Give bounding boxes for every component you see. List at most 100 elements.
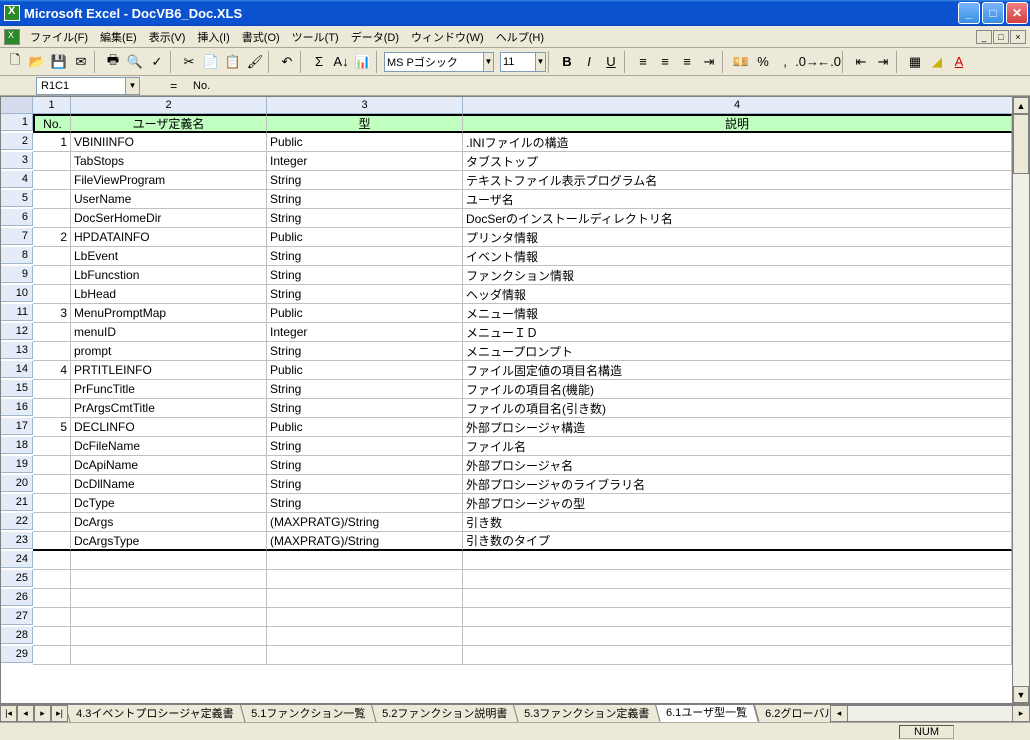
cell-type[interactable]: String [267, 399, 463, 418]
row-header[interactable]: 26 [1, 589, 33, 606]
cell-name[interactable]: UserName [71, 190, 267, 209]
row-header[interactable]: 15 [1, 380, 33, 397]
autosum-button[interactable]: Σ [308, 51, 330, 73]
close-button[interactable]: ✕ [1006, 2, 1028, 24]
cell-desc[interactable]: ファイルの項目名(引き数) [463, 399, 1012, 418]
empty-cell[interactable] [267, 551, 463, 570]
row-header[interactable]: 16 [1, 399, 33, 416]
cell-desc[interactable]: テキストファイル表示プログラム名 [463, 171, 1012, 190]
column-header[interactable]: 3 [267, 97, 463, 114]
cell-no[interactable]: 4 [33, 361, 71, 380]
chart-button[interactable]: 📊 [352, 51, 374, 73]
scroll-left-button[interactable]: ◂ [831, 706, 848, 721]
cell-no[interactable] [33, 456, 71, 475]
cell-name[interactable]: VBINIINFO [71, 133, 267, 152]
empty-cell[interactable] [71, 551, 267, 570]
cell-type[interactable]: Public [267, 133, 463, 152]
cell-type[interactable]: String [267, 456, 463, 475]
empty-cell[interactable] [71, 646, 267, 665]
cell-type[interactable]: String [267, 209, 463, 228]
menu-file[interactable]: ファイル(F) [24, 27, 94, 47]
cell-desc[interactable]: 外部プロシージャのライブラリ名 [463, 475, 1012, 494]
doc-close-button[interactable]: × [1010, 30, 1026, 44]
cell-name[interactable]: PrFuncTitle [71, 380, 267, 399]
maximize-button[interactable]: □ [982, 2, 1004, 24]
cell-name[interactable]: LbEvent [71, 247, 267, 266]
menu-insert[interactable]: 挿入(I) [191, 27, 235, 47]
cut-button[interactable]: ✂ [178, 51, 200, 73]
cell-name[interactable]: LbFuncstion [71, 266, 267, 285]
increase-decimal-button[interactable]: .0→ [796, 51, 818, 73]
cell-desc[interactable]: DocSerのインストールディレクトリ名 [463, 209, 1012, 228]
cell-no[interactable] [33, 494, 71, 513]
menu-window[interactable]: ウィンドウ(W) [405, 27, 490, 47]
cell-type[interactable]: (MAXPRATG)/String [267, 532, 463, 551]
menu-format[interactable]: 書式(O) [236, 27, 286, 47]
resize-grip[interactable] [1014, 724, 1030, 740]
row-header[interactable]: 28 [1, 627, 33, 644]
cell-desc[interactable]: ヘッダ情報 [463, 285, 1012, 304]
cell-type[interactable]: String [267, 171, 463, 190]
cell-desc[interactable]: イベント情報 [463, 247, 1012, 266]
minimize-button[interactable]: _ [958, 2, 980, 24]
cell-desc[interactable]: メニュープロンプト [463, 342, 1012, 361]
row-header[interactable]: 19 [1, 456, 33, 473]
cell-no[interactable] [33, 285, 71, 304]
row-header[interactable]: 21 [1, 494, 33, 511]
cell-no[interactable] [33, 437, 71, 456]
open-button[interactable]: 📂 [26, 51, 48, 73]
cell-type[interactable]: Public [267, 418, 463, 437]
empty-cell[interactable] [463, 551, 1012, 570]
align-right-button[interactable]: ≡ [676, 51, 698, 73]
sheet-tab[interactable]: 5.3ファンクション定義書 [513, 705, 661, 722]
row-header[interactable]: 9 [1, 266, 33, 283]
cell-desc[interactable]: ファイルの項目名(機能) [463, 380, 1012, 399]
row-header[interactable]: 23 [1, 532, 33, 549]
cell-desc[interactable]: ユーザ名 [463, 190, 1012, 209]
tab-next-button[interactable]: ▸ [34, 705, 51, 722]
cell-desc[interactable]: ファイル固定値の項目名構造 [463, 361, 1012, 380]
cell-name[interactable]: MenuPromptMap [71, 304, 267, 323]
print-button[interactable]: 🖶 [102, 51, 124, 73]
decrease-decimal-button[interactable]: ←.0 [818, 51, 840, 73]
cell-no[interactable] [33, 532, 71, 551]
empty-cell[interactable] [71, 570, 267, 589]
cell-desc[interactable]: 外部プロシージャ構造 [463, 418, 1012, 437]
cell-no[interactable] [33, 475, 71, 494]
font-size-combo[interactable]: 11 [500, 52, 536, 72]
cell-name[interactable]: PRTITLEINFO [71, 361, 267, 380]
empty-cell[interactable] [463, 589, 1012, 608]
bold-button[interactable]: B [556, 51, 578, 73]
cell-no[interactable]: 5 [33, 418, 71, 437]
empty-cell[interactable] [71, 627, 267, 646]
cell-type[interactable]: String [267, 437, 463, 456]
row-header[interactable]: 10 [1, 285, 33, 302]
menu-tools[interactable]: ツール(T) [286, 27, 345, 47]
cell-no[interactable] [33, 190, 71, 209]
row-header[interactable]: 17 [1, 418, 33, 435]
sort-asc-button[interactable]: A↓ [330, 51, 352, 73]
currency-button[interactable]: 💴 [730, 51, 752, 73]
empty-cell[interactable] [33, 608, 71, 627]
comma-button[interactable]: , [774, 51, 796, 73]
copy-button[interactable]: 📄 [200, 51, 222, 73]
row-header[interactable]: 2 [1, 133, 33, 150]
header-cell-type[interactable]: 型 [267, 114, 463, 133]
vertical-scrollbar[interactable]: ▲ ▼ [1012, 97, 1029, 703]
cell-name[interactable]: prompt [71, 342, 267, 361]
empty-cell[interactable] [463, 646, 1012, 665]
cell-desc[interactable]: メニュー情報 [463, 304, 1012, 323]
cell-desc[interactable]: 引き数のタイプ [463, 532, 1012, 551]
cell-no[interactable]: 3 [33, 304, 71, 323]
scroll-down-button[interactable]: ▼ [1013, 686, 1029, 703]
cell-type[interactable]: Public [267, 304, 463, 323]
font-name-dropdown[interactable]: ▼ [484, 52, 494, 72]
cell-name[interactable]: FileViewProgram [71, 171, 267, 190]
menu-data[interactable]: データ(D) [345, 27, 405, 47]
sheet-tab[interactable]: 6.2グローバル定数一覧 [753, 705, 830, 722]
document-icon[interactable] [4, 29, 20, 45]
cell-type[interactable]: String [267, 190, 463, 209]
cell-name[interactable]: DocSerHomeDir [71, 209, 267, 228]
print-preview-button[interactable]: 🔍 [124, 51, 146, 73]
cell-name[interactable]: DcFileName [71, 437, 267, 456]
